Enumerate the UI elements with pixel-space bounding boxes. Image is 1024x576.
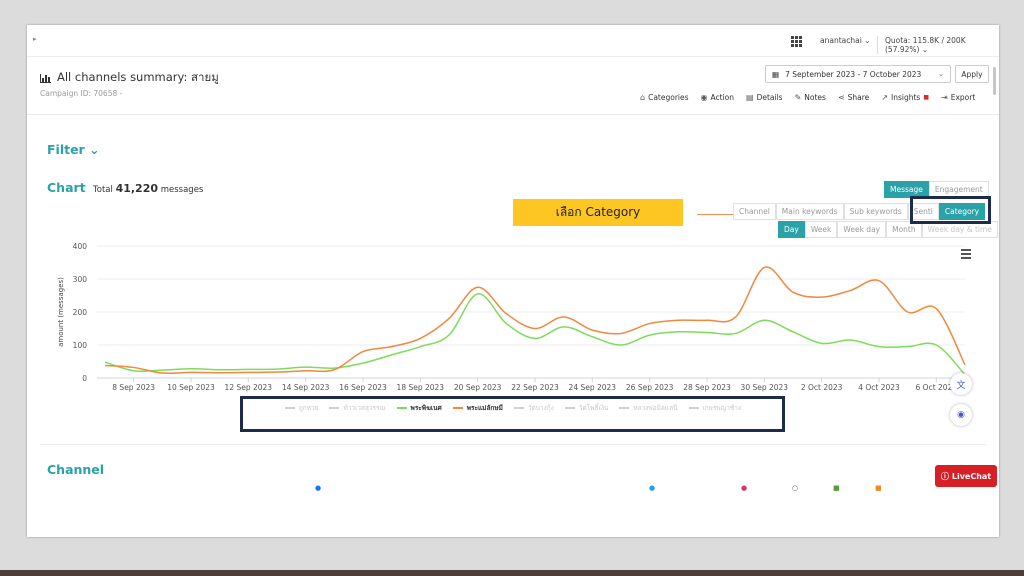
trend-icon: ↗ [881, 93, 889, 102]
facebook-icon: ● [315, 484, 322, 492]
campaign-id: Campaign ID: 70658 - [40, 89, 123, 98]
y-axis-label: amount (messages) [57, 277, 65, 347]
chevron-down-icon: ⌄ [89, 142, 100, 157]
y-tick-label: 0 [82, 374, 87, 383]
notes-button[interactable]: ✎ Notes [795, 93, 826, 102]
date-range-text: 7 September 2023 - 7 October 2023 [785, 69, 922, 79]
divider [27, 114, 999, 115]
x-tick-label: 10 Sep 2023 [167, 383, 215, 392]
page-title: All channels summary: สายมู [40, 69, 219, 87]
livechat-button[interactable]: ⓘ LiveChat [935, 465, 997, 487]
web-icon: ○ [792, 484, 799, 492]
pencil-icon: ✎ [794, 93, 802, 102]
apps-grid-icon[interactable] [791, 36, 802, 47]
document-icon: ▤ [746, 93, 754, 102]
chevron-down-icon: ⌄ [864, 36, 871, 45]
chart-heading: Chart [47, 180, 86, 195]
x-tick-label: 26 Sep 2023 [626, 383, 674, 392]
categories-button[interactable]: ⌂ Categories [640, 93, 689, 102]
scrollbar[interactable] [993, 67, 996, 95]
x-tick-label: 4 Oct 2023 [858, 383, 900, 392]
tag-icon: ⌂ [640, 93, 646, 102]
x-tick-label: 12 Sep 2023 [225, 383, 273, 392]
x-tick-label: 16 Sep 2023 [339, 383, 387, 392]
share-icon: ⋖ [837, 93, 845, 102]
x-tick-label: 18 Sep 2023 [397, 383, 445, 392]
y-tick-label: 300 [73, 275, 88, 284]
action-toolbar: ⌂ Categories ◉ Action ▤ Details ✎ Notes ⋖ Sha… [640, 93, 975, 102]
x-tick-label: 24 Sep 2023 [569, 383, 617, 392]
y-tick-label: 400 [73, 242, 88, 251]
notes-label: Notes [804, 93, 826, 102]
bottom-bar [0, 570, 1024, 576]
top-bar: ▸ anantachai ⌄ Quota: 115.8K / 200K (57.… [27, 25, 999, 57]
details-label: Details [756, 93, 783, 102]
divider [40, 444, 986, 445]
tab-main-keywords[interactable]: Main keywords [775, 203, 844, 220]
livechat-label: LiveChat [951, 471, 992, 481]
filter-label: Filter [47, 142, 85, 157]
date-range-picker[interactable]: ▦ 7 September 2023 - 7 October 2023 ⌄ [765, 65, 951, 83]
apply-button[interactable]: Apply [955, 65, 989, 83]
app-window: ▸ anantachai ⌄ Quota: 115.8K / 200K (57.… [27, 25, 999, 537]
translate-icon[interactable]: 文 [950, 373, 972, 395]
share-button[interactable]: ⋖ Share [838, 93, 869, 102]
tab-sub-keywords[interactable]: Sub keywords [843, 203, 908, 220]
forum-icon: ■ [833, 484, 840, 492]
x-tick-label: 14 Sep 2023 [282, 383, 330, 392]
x-tick-label: 22 Sep 2023 [511, 383, 559, 392]
y-tick-label: 100 [73, 341, 88, 350]
category-highlight-box [910, 196, 991, 224]
total-suffix: messages [160, 185, 204, 195]
assistant-icon[interactable]: ◉ [950, 404, 972, 426]
notification-dot: ■ [923, 94, 930, 101]
callout-label: เลือก Category [513, 199, 683, 226]
user-menu[interactable]: anantachai ⌄ [820, 36, 870, 45]
instagram-icon: ● [741, 484, 748, 492]
expand-arrow-icon[interactable]: ▸ [33, 35, 37, 43]
total-value: 41,220 [115, 182, 159, 195]
x-tick-label: 20 Sep 2023 [454, 383, 502, 392]
page-title-text: All channels summary: สายมู [57, 70, 219, 84]
filter-toggle[interactable]: Filter ⌄ [47, 142, 100, 157]
quota-menu[interactable]: Quota: 115.8K / 200K (57.92%) ⌄ [877, 36, 999, 54]
details-button[interactable]: ▤ Details [746, 93, 783, 102]
export-button[interactable]: ⇥ Export [941, 93, 975, 102]
target-icon: ◉ [700, 93, 708, 102]
news-icon: ■ [875, 484, 882, 492]
callout-connector [697, 214, 733, 215]
x-tick-label: 28 Sep 2023 [683, 383, 731, 392]
x-tick-label: 8 Sep 2023 [112, 383, 155, 392]
export-label: Export [950, 93, 976, 102]
channel-heading: Channel [47, 462, 105, 477]
x-tick-label: 2 Oct 2023 [801, 383, 843, 392]
share-label: Share [847, 93, 870, 102]
username: anantachai [820, 36, 862, 45]
x-tick-label: 30 Sep 2023 [741, 383, 789, 392]
bar-chart-icon [40, 73, 51, 83]
insights-button[interactable]: ↗ Insights ■ [881, 93, 929, 102]
action-label: Action [710, 93, 735, 102]
calendar-icon: ▦ [772, 69, 780, 79]
total-messages: Total 41,220 messages [93, 182, 203, 195]
legend-highlight-box [240, 396, 785, 432]
insights-label: Insights [891, 93, 921, 102]
chevron-down-icon: ⌄ [921, 45, 929, 54]
chevron-down-icon: ⌄ [938, 70, 944, 78]
tab-channel[interactable]: Channel [733, 203, 776, 220]
categories-label: Categories [648, 93, 689, 102]
series-line-2 [104, 266, 966, 375]
twitter-icon: ● [649, 484, 656, 492]
total-prefix: Total [93, 185, 113, 195]
series-line-1 [104, 293, 966, 376]
help-circle-icon: ⓘ [940, 471, 949, 481]
export-icon: ⇥ [941, 93, 948, 102]
action-button[interactable]: ◉ Action [701, 93, 734, 102]
y-tick-label: 200 [73, 308, 88, 317]
line-chart: 0 100 200 300 400 amount (messages) 8 Sep 2023… [57, 242, 966, 392]
